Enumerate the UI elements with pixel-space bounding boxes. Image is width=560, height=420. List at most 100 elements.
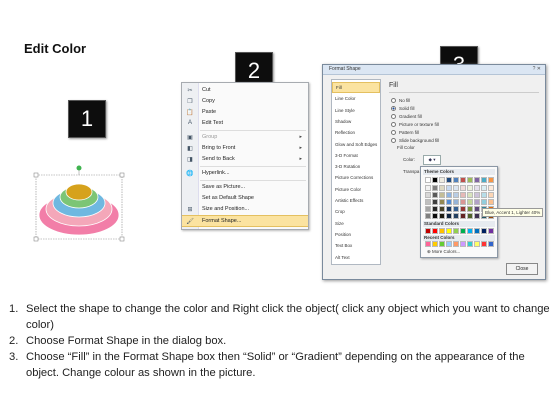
theme-shade-swatch[interactable] (432, 192, 438, 198)
resize-handle[interactable] (119, 236, 125, 242)
menu-item-paste[interactable]: 📋 Paste (182, 107, 308, 117)
menu-item-format-shape[interactable]: 🖌 Format Shape... (182, 215, 308, 227)
recent-color-swatch[interactable] (474, 241, 480, 247)
theme-color-swatch[interactable] (453, 177, 459, 183)
standard-color-swatch[interactable] (453, 228, 459, 234)
fill-option-0[interactable]: No fill (391, 96, 410, 104)
nav-item-picture-corrections[interactable]: Picture Corrections (332, 172, 380, 183)
theme-shade-swatch[interactable] (467, 213, 473, 219)
recent-color-swatch[interactable] (453, 241, 459, 247)
nav-item-artistic-effects[interactable]: Artistic Effects (332, 195, 380, 206)
theme-shade-swatch[interactable] (453, 206, 459, 212)
recent-color-swatch[interactable] (488, 241, 494, 247)
theme-shade-swatch[interactable] (460, 192, 466, 198)
menu-item-group[interactable]: ▣ Group ▸ (182, 132, 308, 142)
theme-shade-swatch[interactable] (453, 185, 459, 191)
theme-shade-swatch[interactable] (474, 199, 480, 205)
theme-shade-swatch[interactable] (488, 192, 494, 198)
more-colors-link[interactable]: ⊕ More Colors... (427, 249, 460, 255)
standard-color-swatch[interactable] (488, 228, 494, 234)
standard-color-swatch[interactable] (467, 228, 473, 234)
theme-shade-swatch[interactable] (425, 192, 431, 198)
theme-shade-swatch[interactable] (453, 192, 459, 198)
theme-shade-swatch[interactable] (439, 192, 445, 198)
nav-item-line-color[interactable]: Line Color (332, 93, 380, 104)
radio-button[interactable] (391, 97, 396, 103)
theme-shade-swatch[interactable] (467, 206, 473, 212)
nav-item-picture-color[interactable]: Picture Color (332, 184, 380, 195)
menu-item-send-to-back[interactable]: ◨ Send to Back ▸ (182, 154, 308, 164)
fill-option-1[interactable]: Solid fill (391, 104, 415, 112)
menu-item-cut[interactable]: ✂ Cut (182, 85, 308, 95)
theme-color-swatch[interactable] (446, 177, 452, 183)
radio-button[interactable] (391, 113, 396, 119)
dialog-title-buttons[interactable]: ? ✕ (533, 66, 541, 72)
theme-shade-swatch[interactable] (481, 199, 487, 205)
theme-shade-swatch[interactable] (432, 199, 438, 205)
nav-item-position[interactable]: Position (332, 229, 380, 240)
recent-color-swatch[interactable] (439, 241, 445, 247)
theme-shade-swatch[interactable] (432, 206, 438, 212)
standard-color-swatch[interactable] (439, 228, 445, 234)
resize-handle[interactable] (33, 236, 39, 242)
menu-item-hyperlink[interactable]: 🌐 Hyperlink... (182, 168, 308, 178)
menu-item-set-as-default-shape[interactable]: Set as Default Shape (182, 193, 308, 203)
theme-color-swatch[interactable] (460, 177, 466, 183)
recent-color-swatch[interactable] (425, 241, 431, 247)
theme-shade-swatch[interactable] (488, 199, 494, 205)
standard-color-swatch[interactable] (425, 228, 431, 234)
theme-shade-swatch[interactable] (467, 185, 473, 191)
nav-item-glow-and-soft-edges[interactable]: Glow and Soft Edges (332, 139, 380, 150)
color-picker-button[interactable]: ◆ ▾ (423, 155, 441, 165)
radio-button[interactable] (391, 129, 396, 135)
theme-shade-swatch[interactable] (460, 206, 466, 212)
theme-shade-swatch[interactable] (467, 199, 473, 205)
menu-item-size-and-position[interactable]: ⊞ Size and Position... (182, 204, 308, 214)
nav-item-3-d-rotation[interactable]: 3-D Rotation (332, 161, 380, 172)
theme-color-swatch[interactable] (432, 177, 438, 183)
menu-item-edit-text[interactable]: A Edit Text (182, 118, 308, 128)
recent-color-swatch[interactable] (467, 241, 473, 247)
layered-shape-illustration[interactable] (30, 155, 130, 245)
radio-button[interactable] (391, 105, 396, 111)
nav-item-text-box[interactable]: Text Box (332, 240, 380, 251)
menu-item-copy[interactable]: ❐ Copy (182, 96, 308, 106)
standard-color-swatch[interactable] (474, 228, 480, 234)
theme-shade-swatch[interactable] (460, 199, 466, 205)
layer-gold[interactable] (65, 183, 93, 201)
theme-shade-swatch[interactable] (453, 213, 459, 219)
theme-shade-swatch[interactable] (481, 192, 487, 198)
theme-color-swatch[interactable] (467, 177, 473, 183)
theme-shade-swatch[interactable] (460, 213, 466, 219)
nav-item-alt-text[interactable]: Alt Text (332, 252, 380, 263)
theme-shade-swatch[interactable] (439, 206, 445, 212)
fill-option-4[interactable]: Pattern fill (391, 128, 419, 136)
theme-color-swatch[interactable] (488, 177, 494, 183)
nav-item-line-style[interactable]: Line Style (332, 105, 380, 116)
theme-shade-swatch[interactable] (446, 206, 452, 212)
theme-color-swatch[interactable] (474, 177, 480, 183)
nav-item-size[interactable]: Size (332, 218, 380, 229)
close-button[interactable]: Close (506, 263, 538, 275)
theme-shade-swatch[interactable] (446, 185, 452, 191)
recent-color-swatch[interactable] (432, 241, 438, 247)
resize-handle[interactable] (119, 172, 125, 178)
theme-shade-swatch[interactable] (439, 213, 445, 219)
theme-shade-swatch[interactable] (446, 192, 452, 198)
recent-color-swatch[interactable] (446, 241, 452, 247)
recent-color-swatch[interactable] (460, 241, 466, 247)
fill-option-2[interactable]: Gradient fill (391, 112, 422, 120)
theme-shade-swatch[interactable] (474, 192, 480, 198)
nav-item-fill[interactable]: Fill (332, 82, 380, 93)
theme-shade-swatch[interactable] (460, 185, 466, 191)
theme-shade-swatch[interactable] (446, 199, 452, 205)
theme-shade-swatch[interactable] (425, 213, 431, 219)
theme-color-swatch[interactable] (425, 177, 431, 183)
resize-handle[interactable] (33, 172, 39, 178)
theme-shade-swatch[interactable] (425, 199, 431, 205)
theme-shade-swatch[interactable] (439, 199, 445, 205)
recent-color-swatch[interactable] (481, 241, 487, 247)
nav-item-3-d-format[interactable]: 3-D Format (332, 150, 380, 161)
theme-shade-swatch[interactable] (467, 192, 473, 198)
nav-item-reflection[interactable]: Reflection (332, 127, 380, 138)
